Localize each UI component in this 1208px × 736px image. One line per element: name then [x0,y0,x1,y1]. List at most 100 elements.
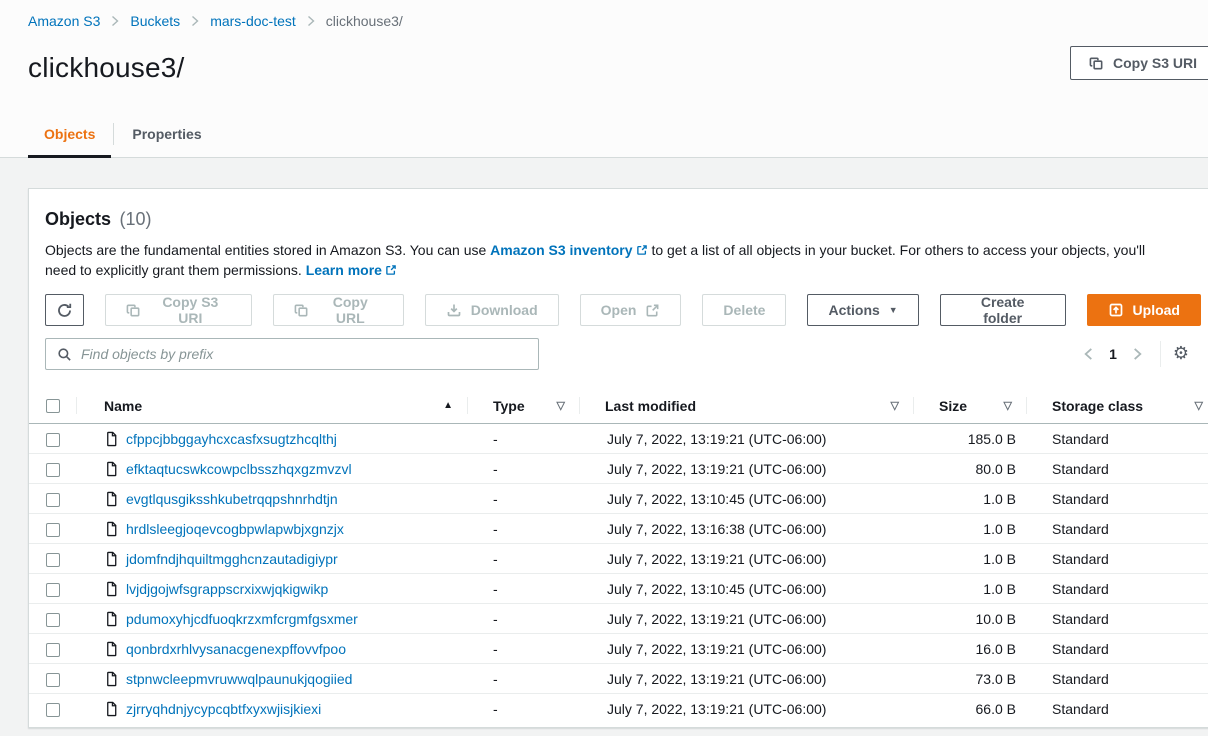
sort-ascending-icon[interactable]: ▲ [443,400,453,411]
search-icon [57,347,72,362]
current-page-number[interactable]: 1 [1109,346,1117,362]
chevron-right-icon [191,15,199,27]
object-name-link[interactable]: hrdlsleegjoqevcogbpwlapwbjxgnzjx [126,521,344,537]
copy-url-button[interactable]: Copy URL [273,294,404,326]
create-folder-button[interactable]: Create folder [940,294,1066,326]
object-name-link[interactable]: pdumoxyhjcdfuoqkrzxmfcrgmfgsxmer [126,611,358,627]
download-button[interactable]: Download [425,294,559,326]
object-last-modified: July 7, 2022, 13:10:45 (UTC-06:00) [579,581,913,597]
breadcrumb-current: clickhouse3/ [326,13,403,29]
open-button[interactable]: Open [580,294,682,326]
external-link-icon [385,264,397,276]
column-header-size[interactable]: Size ▽ [913,388,1026,423]
object-name-link[interactable]: qonbrdxrhlvysanacgenexpffovvfpoo [126,641,346,657]
object-size: 73.0 B [913,671,1026,687]
object-type: - [467,461,579,477]
copy-s3-uri-header-label: Copy S3 URI [1113,55,1197,71]
object-name-link[interactable]: jdomfndjhquiltmgghcnzautadigiypr [126,551,338,567]
row-checkbox[interactable] [46,463,60,477]
object-last-modified: July 7, 2022, 13:16:38 (UTC-06:00) [579,521,913,537]
object-type: - [467,491,579,507]
sortable-icon[interactable]: ▽ [1004,399,1012,412]
sortable-icon[interactable]: ▽ [557,399,565,412]
breadcrumb-link-bucket[interactable]: mars-doc-test [210,13,296,29]
table-row: evgtlqusgiksshkubetrqqpshnrhdtjn - July … [29,484,1208,514]
column-header-last-modified[interactable]: Last modified ▽ [579,388,913,423]
table-row: lvjdjgojwfsgrappscrxixwjqkigwikp - July … [29,574,1208,604]
chevron-right-icon [307,15,315,27]
chevron-right-icon [111,15,119,27]
objects-table: Name ▲ Type ▽ Last modified ▽ Size ▽ Sto… [29,388,1208,724]
table-row: qonbrdxrhlvysanacgenexpffovvfpoo - July … [29,634,1208,664]
next-page-button[interactable] [1127,347,1148,361]
description-text: Objects are the fundamental entities sto… [45,242,486,258]
breadcrumb: Amazon S3 Buckets mars-doc-test clickhou… [28,13,403,29]
table-row: cfppcjbbggayhcxcasfxsugtzhcqlthj - July … [29,424,1208,454]
object-size: 1.0 B [913,581,1026,597]
delete-button[interactable]: Delete [702,294,786,326]
object-last-modified: July 7, 2022, 13:19:21 (UTC-06:00) [579,641,913,657]
column-header-name[interactable]: Name ▲ [76,388,467,423]
object-name-link[interactable]: lvjdjgojwfsgrappscrxixwjqkigwikp [126,581,328,597]
table-row: stpnwcleepmvruwwqlpaunukjqogiied - July … [29,664,1208,694]
row-checkbox[interactable] [46,673,60,687]
row-checkbox[interactable] [46,493,60,507]
previous-page-button[interactable] [1078,347,1099,361]
upload-icon [1108,302,1124,318]
row-checkbox[interactable] [46,433,60,447]
object-size: 10.0 B [913,611,1026,627]
table-row: efktaqtucswkcowpclbsszhqxgzmvzvl - July … [29,454,1208,484]
search-input[interactable] [81,346,527,362]
object-size: 1.0 B [913,551,1026,567]
table-body: cfppcjbbggayhcxcasfxsugtzhcqlthj - July … [29,424,1208,724]
upload-button[interactable]: Upload [1087,294,1201,326]
amazon-s3-inventory-link[interactable]: Amazon S3 inventory [490,242,647,258]
object-type: - [467,641,579,657]
object-name-link[interactable]: cfppcjbbggayhcxcasfxsugtzhcqlthj [126,431,337,447]
sortable-icon[interactable]: ▽ [1195,399,1203,412]
object-storage-class: Standard [1026,461,1208,477]
sortable-icon[interactable]: ▽ [891,399,899,412]
object-name-link[interactable]: stpnwcleepmvruwwqlpaunukjqogiied [126,671,352,687]
object-name-link[interactable]: efktaqtucswkcowpclbsszhqxgzmvzvl [126,461,352,477]
panel-title: Objects [45,209,111,229]
learn-more-link[interactable]: Learn more [306,262,397,278]
page-title: clickhouse3/ [28,52,184,84]
page-header: Amazon S3 Buckets mars-doc-test clickhou… [0,0,1208,158]
pagination-divider [1160,341,1161,367]
object-count: (10) [119,209,151,229]
row-checkbox[interactable] [46,583,60,597]
row-checkbox[interactable] [46,703,60,717]
object-storage-class: Standard [1026,641,1208,657]
objects-panel: Objects (10) Objects are the fundamental… [28,188,1208,728]
object-size: 1.0 B [913,491,1026,507]
row-checkbox[interactable] [46,643,60,657]
refresh-button[interactable] [45,294,84,326]
row-checkbox[interactable] [46,613,60,627]
object-name-link[interactable]: evgtlqusgiksshkubetrqqpshnrhdtjn [126,491,338,507]
tab-objects[interactable]: Objects [28,113,111,158]
search-box[interactable] [45,338,539,370]
breadcrumb-link-buckets[interactable]: Buckets [130,13,180,29]
search-row: 1 ⚙ [45,338,1201,370]
preferences-gear-button[interactable]: ⚙ [1173,345,1189,363]
row-checkbox[interactable] [46,523,60,537]
column-header-storage-class[interactable]: Storage class ▽ [1026,388,1208,423]
actions-dropdown-button[interactable]: Actions ▼ [807,294,918,326]
chevron-right-icon [1133,347,1142,361]
object-name-link[interactable]: zjrryqhdnjycypcqbtfxyxwjisjkiexi [126,701,321,717]
object-storage-class: Standard [1026,611,1208,627]
panel-description: Objects are the fundamental entities sto… [45,240,1180,280]
file-icon [104,581,119,597]
table-row: jdomfndjhquiltmgghcnzautadigiypr - July … [29,544,1208,574]
row-checkbox[interactable] [46,553,60,567]
file-icon [104,701,119,717]
copy-s3-uri-header-button[interactable]: Copy S3 URI [1070,46,1208,80]
select-all-checkbox[interactable] [46,399,60,413]
column-header-type[interactable]: Type ▽ [467,388,579,423]
breadcrumb-link-amazon-s3[interactable]: Amazon S3 [28,13,100,29]
copy-icon [126,303,141,318]
copy-s3-uri-button[interactable]: Copy S3 URI [105,294,252,326]
tab-bar: Objects Properties [28,113,218,158]
tab-properties[interactable]: Properties [116,113,217,158]
